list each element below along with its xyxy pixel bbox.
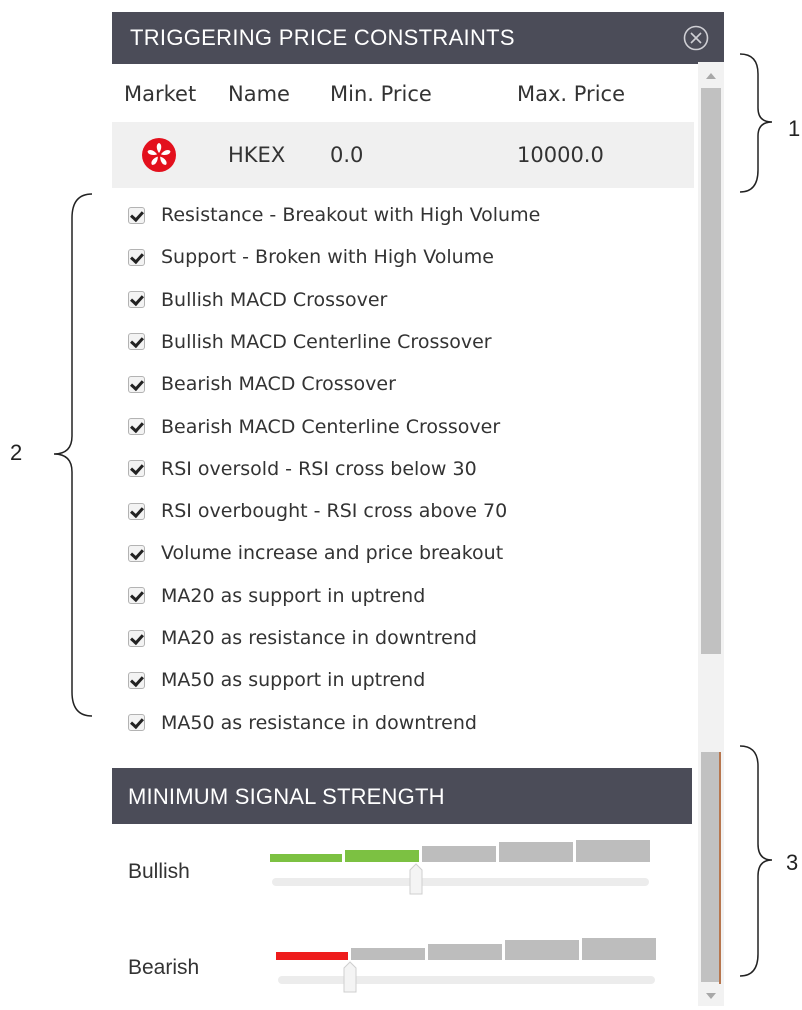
signal-label: Support - Broken with High Volume xyxy=(161,246,494,269)
checkbox[interactable] xyxy=(128,714,145,732)
column-market: Market xyxy=(124,82,197,106)
checkbox[interactable] xyxy=(128,629,145,647)
checkbox[interactable] xyxy=(128,418,145,435)
hong-kong-flag-icon xyxy=(142,138,176,172)
table-header: Market Name Min. Price Max. Price xyxy=(112,82,692,114)
scrollbar-thumb[interactable] xyxy=(701,88,721,654)
panel-title: TRIGGERING PRICE CONSTRAINTS xyxy=(130,25,515,50)
max-price-value[interactable]: 10000.0 xyxy=(517,122,604,188)
signal-label: Bearish MACD Centerline Crossover xyxy=(161,415,501,438)
checkbox[interactable] xyxy=(128,587,145,605)
strength-segment[interactable] xyxy=(428,944,502,960)
price-constraints-panel: TRIGGERING PRICE CONSTRAINTS Market Name… xyxy=(112,12,724,754)
strength-segment[interactable] xyxy=(505,940,579,960)
signal-checkbox-item[interactable]: Bullish MACD Centerline Crossover xyxy=(128,321,688,363)
checkbox[interactable] xyxy=(128,671,145,689)
annotation-brace-2 xyxy=(53,193,93,717)
annotation-number-1: 1 xyxy=(788,116,801,141)
signal-checkbox-item[interactable]: MA20 as support in uptrend xyxy=(128,575,688,617)
signal-label: Resistance - Breakout with High Volume xyxy=(161,204,541,226)
signal-checkbox-item[interactable]: MA50 as support in uptrend xyxy=(128,659,688,701)
column-name: Name xyxy=(228,82,290,106)
signal-label: Bullish MACD Centerline Crossover xyxy=(161,330,492,353)
signal-checkbox-item[interactable]: MA50 as resistance in downtrend xyxy=(128,702,688,744)
signal-checkbox-item[interactable]: Support - Broken with High Volume xyxy=(128,236,688,278)
signal-label: MA50 as support in uptrend xyxy=(161,669,426,692)
signal-checkbox-item[interactable]: Bearish MACD Crossover xyxy=(128,363,688,405)
signal-label: MA20 as resistance in downtrend xyxy=(161,627,477,649)
signal-checkbox-item[interactable]: RSI oversold - RSI cross below 30 xyxy=(128,448,688,490)
annotation-number-2: 2 xyxy=(10,440,23,465)
annotation-number-3: 3 xyxy=(786,850,799,875)
scroll-down-arrow-icon[interactable] xyxy=(698,986,724,1006)
stage: 1 2 3 TRIGGERING PRICE CONSTRAINTS Marke… xyxy=(0,0,802,1010)
signal-checkbox-item[interactable]: Bearish MACD Centerline Crossover xyxy=(128,406,688,448)
signal-label: MA20 as support in uptrend xyxy=(161,584,426,607)
checkbox[interactable] xyxy=(128,291,145,309)
signal-label: RSI oversold - RSI cross below 30 xyxy=(161,457,477,480)
strength-segment[interactable] xyxy=(582,938,656,960)
signal-checkbox-item[interactable]: Bullish MACD Crossover xyxy=(128,279,688,321)
checkbox[interactable] xyxy=(128,460,145,478)
scroll-up-arrow-icon[interactable] xyxy=(698,66,724,86)
checkbox[interactable] xyxy=(128,375,145,393)
signal-checkbox-item[interactable]: MA20 as resistance in downtrend xyxy=(128,617,688,659)
slider-track[interactable] xyxy=(278,976,655,984)
scrollbar-thumb-secondary[interactable] xyxy=(701,752,721,982)
table-row[interactable]: HKEX 0.0 10000.0 xyxy=(112,122,694,188)
checkbox[interactable] xyxy=(128,248,145,266)
close-icon[interactable] xyxy=(682,24,710,52)
checkbox[interactable] xyxy=(128,502,145,520)
signal-strength-section: MINIMUM SIGNAL STRENGTH Bullish Bearish xyxy=(112,768,692,1008)
strength-segment[interactable] xyxy=(276,952,348,960)
checkbox[interactable] xyxy=(128,206,145,224)
slider-handle[interactable] xyxy=(343,961,357,993)
panel-edge-line xyxy=(719,752,721,984)
signal-checkbox-item[interactable]: Resistance - Breakout with High Volume xyxy=(128,194,688,236)
panel-header: TRIGGERING PRICE CONSTRAINTS xyxy=(112,12,724,64)
signal-checkbox-item[interactable]: RSI overbought - RSI cross above 70 xyxy=(128,490,688,532)
signal-label: MA50 as resistance in downtrend xyxy=(161,711,477,734)
min-price-value[interactable]: 0.0 xyxy=(330,122,363,188)
column-max-price: Max. Price xyxy=(517,82,625,106)
signal-label: RSI overbought - RSI cross above 70 xyxy=(161,500,508,523)
market-name: HKEX xyxy=(228,143,286,167)
signal-label: Bullish MACD Crossover xyxy=(161,288,388,311)
strength-segment[interactable] xyxy=(351,948,425,960)
column-min-price: Min. Price xyxy=(330,82,432,106)
checkbox[interactable] xyxy=(128,544,145,562)
signal-label: Volume increase and price breakout xyxy=(161,542,504,565)
signal-label: Bearish MACD Crossover xyxy=(161,373,396,396)
signal-checkbox-item[interactable]: Volume increase and price breakout xyxy=(128,532,688,574)
bearish-strength-slider[interactable] xyxy=(112,768,692,1008)
checkbox[interactable] xyxy=(128,333,145,351)
